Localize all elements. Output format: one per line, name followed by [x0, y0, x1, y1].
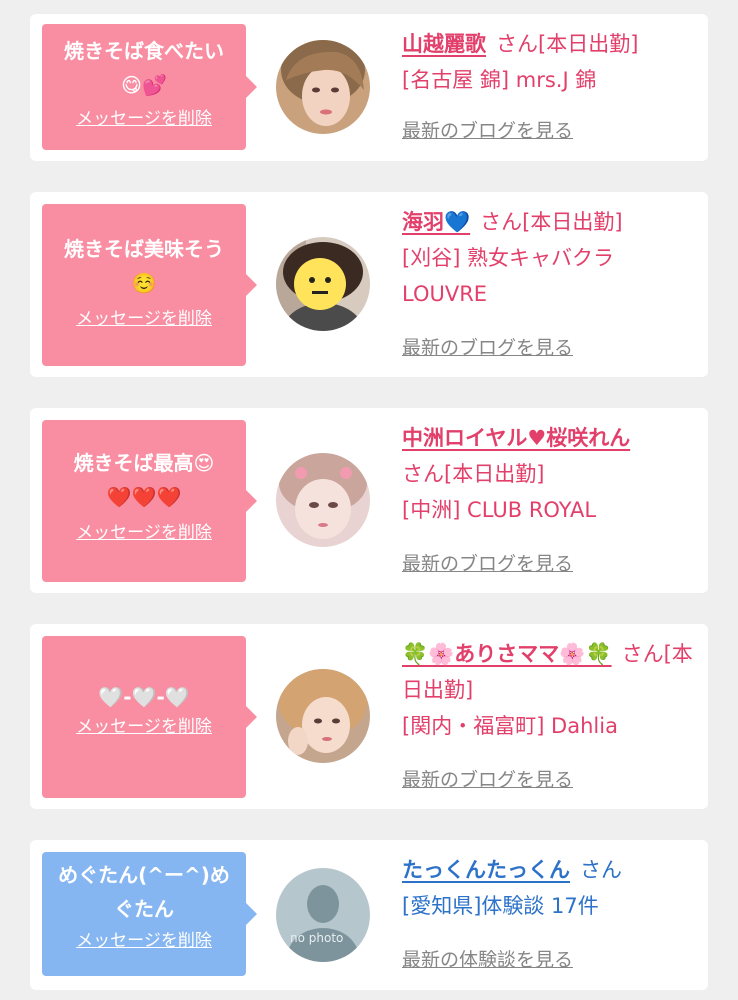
user-san: さん: [580, 858, 622, 882]
cast-name-line: 海羽💙 さん[本日出勤]: [402, 204, 698, 240]
user-name-link[interactable]: たっくんたっくん: [402, 858, 570, 882]
message-text: めぐたん(^ー^)めぐたん: [58, 863, 230, 921]
latest-blog-link[interactable]: 最新のブログを見る: [402, 336, 573, 360]
message-bubble: 焼きそば最高😍 ❤️❤️❤️ メッセージを削除: [42, 420, 257, 582]
message-text: 焼きそば食べたい 😋💕: [64, 39, 224, 97]
avatar[interactable]: [276, 237, 370, 331]
delete-message-link[interactable]: メッセージを削除: [50, 522, 238, 544]
message-text: 🤍-🤍-🤍: [98, 685, 190, 709]
latest-blog-link[interactable]: 最新のブログを見る: [402, 552, 573, 576]
latest-blog-link[interactable]: 最新のブログを見る: [402, 119, 573, 143]
message-bubble: 焼きそば食べたい 😋💕 メッセージを削除: [42, 24, 257, 150]
cast-name-line: 中洲ロイヤル♥桜咲れん さん[本日出勤]: [402, 420, 698, 492]
message-card: 焼きそば食べたい 😋💕 メッセージを削除 山越麗歌 さん[本日出勤] [名古屋 錦…: [30, 14, 708, 161]
cast-info: 中洲ロイヤル♥桜咲れん さん[本日出勤] [中洲] CLUB ROYAL: [402, 420, 698, 528]
message-card: 焼きそば美味そう ☺️ メッセージを削除 海羽💙 さん[本日出勤] [刈谷] 熟女…: [30, 192, 708, 377]
shop-name[interactable]: [中洲] CLUB ROYAL: [402, 492, 698, 528]
latest-review-link[interactable]: 最新の体験談を見る: [402, 948, 573, 972]
avatar[interactable]: [276, 40, 370, 134]
message-text: 焼きそば美味そう ☺️: [64, 237, 224, 295]
message-card: めぐたん(^ー^)めぐたん メッセージを削除 no photo たっくんたっくん…: [30, 840, 708, 990]
avatar[interactable]: [276, 453, 370, 547]
cast-info: 山越麗歌 さん[本日出勤] [名古屋 錦] mrs.J 錦: [402, 26, 698, 98]
shop-name[interactable]: [名古屋 錦] mrs.J 錦: [402, 62, 698, 98]
cast-status: さん[本日出勤]: [480, 210, 623, 234]
shop-name[interactable]: [刈谷] 熟女キャバクラ LOUVRE: [402, 240, 662, 312]
message-card: 🤍-🤍-🤍 メッセージを削除 🍀🌸ありさママ🌸🍀 さん[本日出勤] [関内・福富町…: [30, 624, 708, 809]
cast-info: たっくんたっくん さん [愛知県]体験談 17件: [402, 852, 698, 924]
cast-name-line: 🍀🌸ありさママ🌸🍀 さん[本日出勤]: [402, 636, 698, 708]
cast-info: 🍀🌸ありさママ🌸🍀 さん[本日出勤] [関内・福富町] Dahlia: [402, 636, 698, 744]
delete-message-link[interactable]: メッセージを削除: [50, 716, 238, 738]
cast-name-link[interactable]: 中洲ロイヤル♥桜咲れん: [402, 426, 630, 450]
message-text: 焼きそば最高😍 ❤️❤️❤️: [73, 451, 215, 509]
cast-name-line: 山越麗歌 さん[本日出勤]: [402, 26, 698, 62]
message-bubble: めぐたん(^ー^)めぐたん メッセージを削除: [42, 852, 257, 976]
cast-info: 海羽💙 さん[本日出勤] [刈谷] 熟女キャバクラ LOUVRE: [402, 204, 698, 312]
delete-message-link[interactable]: メッセージを削除: [50, 308, 238, 330]
no-photo-text: no photo: [290, 931, 343, 945]
avatar[interactable]: no photo: [276, 868, 370, 962]
cast-status: さん[本日出勤]: [496, 32, 639, 56]
review-count[interactable]: [愛知県]体験談 17件: [402, 888, 698, 924]
delete-message-link[interactable]: メッセージを削除: [50, 108, 238, 130]
message-bubble: 焼きそば美味そう ☺️ メッセージを削除: [42, 204, 257, 366]
message-card: 焼きそば最高😍 ❤️❤️❤️ メッセージを削除 中洲ロイヤル♥桜咲れん さん[本…: [30, 408, 708, 593]
cast-name-link[interactable]: 山越麗歌: [402, 32, 486, 56]
shop-name[interactable]: [関内・福富町] Dahlia: [402, 708, 698, 744]
message-bubble: 🤍-🤍-🤍 メッセージを削除: [42, 636, 257, 798]
cast-name-link[interactable]: 海羽💙: [402, 210, 470, 234]
delete-message-link[interactable]: メッセージを削除: [50, 930, 238, 952]
avatar[interactable]: [276, 669, 370, 763]
latest-blog-link[interactable]: 最新のブログを見る: [402, 768, 573, 792]
user-name-line: たっくんたっくん さん: [402, 852, 698, 888]
cast-name-link[interactable]: 🍀🌸ありさママ🌸🍀: [402, 642, 612, 666]
cast-status: さん[本日出勤]: [402, 462, 545, 486]
